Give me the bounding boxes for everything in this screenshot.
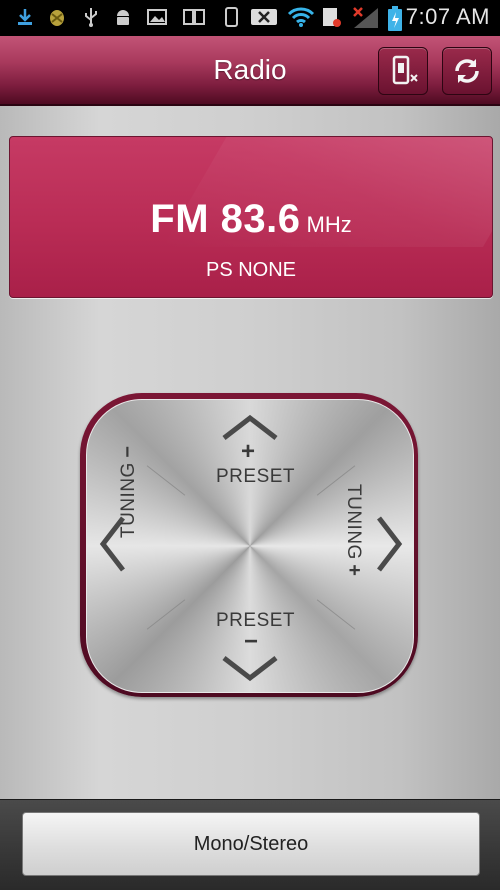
tuning-up-button[interactable]: TUNING +: [319, 484, 409, 610]
tuning-down-button[interactable]: TUNING −: [93, 446, 183, 610]
android-bug-icon: [46, 6, 68, 28]
speaker-output-button[interactable]: [378, 47, 428, 95]
preset-up-sign: +: [241, 438, 256, 465]
usb-icon: [80, 6, 102, 28]
image-icon: [146, 6, 168, 28]
chevron-right-icon: [375, 514, 403, 579]
frequency-readout: FM 83.6 MHz: [10, 197, 492, 242]
bottom-bar: Mono/Stereo: [0, 799, 500, 890]
status-bar: 7:07 AM: [0, 0, 500, 36]
frequency-value: FM 83.6: [150, 197, 301, 241]
wifi-icon: [286, 6, 316, 28]
android-icon: [112, 6, 134, 28]
tuning-down-sign: −: [117, 446, 139, 458]
tuning-down-text: TUNING −: [117, 446, 140, 538]
preset-up-button[interactable]: + PRESET: [190, 404, 310, 492]
ps-name: PS NONE: [205, 259, 297, 281]
chevron-down-icon: [220, 654, 280, 687]
frequency-unit: MHz: [306, 212, 352, 237]
preset-down-button[interactable]: PRESET −: [190, 604, 310, 690]
battery-charging-icon: [384, 6, 406, 31]
tuning-pad: + PRESET PRESET − TUNING − TUNING +: [80, 393, 418, 697]
tuning-up-text: TUNING +: [342, 484, 365, 576]
refresh-icon: [443, 59, 491, 98]
tuning-up-sign: +: [343, 564, 365, 576]
tuning-pad-face: + PRESET PRESET − TUNING − TUNING +: [86, 399, 414, 693]
tuning-up-label: TUNING: [343, 484, 364, 560]
preset-up-label: PRESET: [216, 466, 296, 487]
screen-share-icon: [182, 6, 205, 28]
no-signal-icon: [352, 6, 380, 28]
tuning-down-label: TUNING: [118, 462, 139, 538]
phone-icon: [220, 6, 242, 28]
mono-stereo-button[interactable]: Mono/Stereo: [22, 812, 480, 876]
title-bar: Radio: [0, 36, 500, 106]
speaker-output-icon: [379, 55, 427, 98]
frequency-display: FM 83.6 MHz PS NONE: [9, 136, 493, 298]
preset-down-sign: −: [244, 628, 259, 655]
refresh-button[interactable]: [442, 47, 492, 95]
sim-icon: [320, 6, 342, 28]
missed-call-icon: [250, 6, 277, 28]
clock: 7:07 AM: [405, 4, 490, 29]
download-icon: [14, 6, 36, 28]
